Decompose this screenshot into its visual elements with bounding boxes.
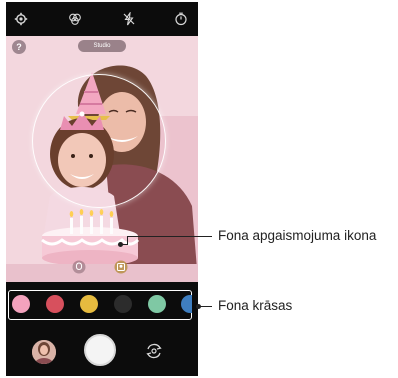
camera-top-bar — [6, 2, 198, 36]
color-swatch-pink[interactable] — [12, 295, 30, 313]
face-lighting-circle[interactable] — [32, 74, 166, 208]
background-lighting-icon[interactable] — [114, 260, 128, 274]
callout-background-colors: Fona krāsas — [218, 298, 293, 313]
gallery-thumbnail[interactable] — [32, 340, 56, 364]
background-color-palette — [6, 288, 198, 324]
switch-camera-icon[interactable] — [144, 341, 164, 361]
color-swatch-blue[interactable] — [181, 295, 192, 313]
callout-leader — [127, 236, 212, 237]
color-swatch-black[interactable] — [114, 295, 132, 313]
camera-screen: ? Studio — [6, 2, 198, 376]
color-swatch-yellow[interactable] — [80, 295, 98, 313]
flash-off-icon[interactable] — [122, 12, 136, 26]
gallery-preview-image — [32, 340, 56, 364]
shutter-button[interactable] — [84, 334, 116, 366]
camera-viewfinder[interactable]: ? Studio — [6, 36, 198, 282]
callout-leader — [127, 236, 128, 245]
callout-leader — [199, 306, 212, 307]
callout-background-lighting-icon: Fona apgaismojuma ikona — [218, 228, 377, 243]
filter-icon[interactable] — [68, 12, 82, 26]
studio-mode-label: Studio — [78, 40, 126, 52]
help-icon[interactable]: ? — [12, 40, 26, 54]
camera-bottom-bar — [6, 324, 198, 376]
settings-icon[interactable] — [14, 12, 28, 26]
color-swatch-green[interactable] — [148, 295, 166, 313]
color-swatch-red[interactable] — [46, 295, 64, 313]
face-lighting-icon[interactable] — [72, 260, 86, 274]
timer-icon[interactable] — [174, 12, 188, 26]
